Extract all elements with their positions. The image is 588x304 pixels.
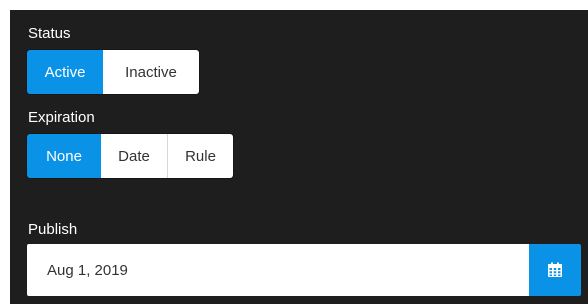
expiration-toggle-group: None Date Rule bbox=[27, 134, 233, 178]
status-inactive-button[interactable]: Inactive bbox=[103, 50, 199, 94]
status-toggle-group: Active Inactive bbox=[27, 50, 199, 94]
status-active-button[interactable]: Active bbox=[27, 50, 103, 94]
expiration-none-button[interactable]: None bbox=[27, 134, 101, 178]
publish-date-field bbox=[27, 244, 581, 296]
expiration-rule-button[interactable]: Rule bbox=[167, 134, 233, 178]
expiration-date-button[interactable]: Date bbox=[101, 134, 167, 178]
calendar-button[interactable] bbox=[529, 244, 581, 296]
publish-date-input[interactable] bbox=[27, 244, 529, 296]
publish-label: Publish bbox=[28, 221, 78, 238]
expiration-label: Expiration bbox=[28, 109, 95, 126]
settings-panel: Status Active Inactive Expiration None D… bbox=[10, 10, 588, 304]
calendar-icon bbox=[547, 262, 563, 278]
status-label: Status bbox=[28, 25, 71, 42]
